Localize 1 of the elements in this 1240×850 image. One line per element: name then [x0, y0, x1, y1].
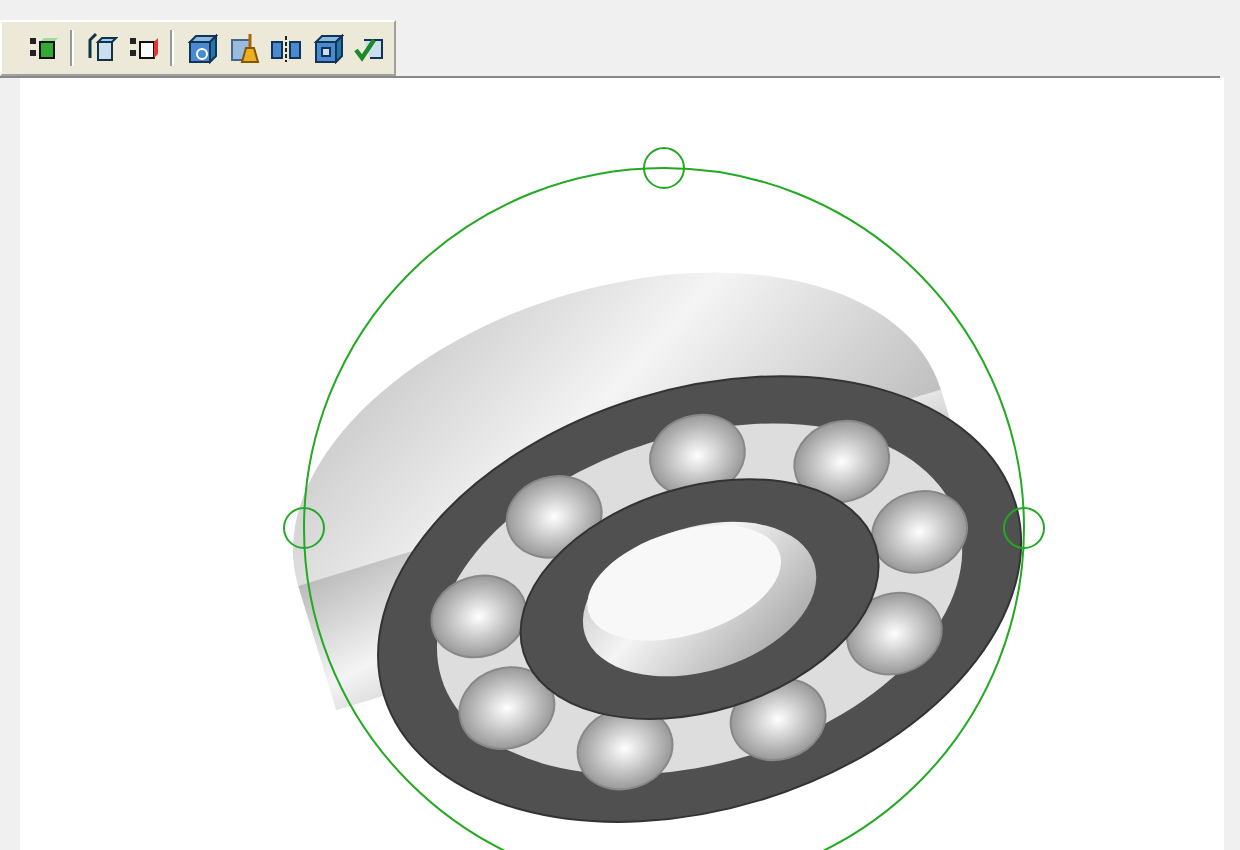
- rotate-handle[interactable]: [283, 147, 1045, 850]
